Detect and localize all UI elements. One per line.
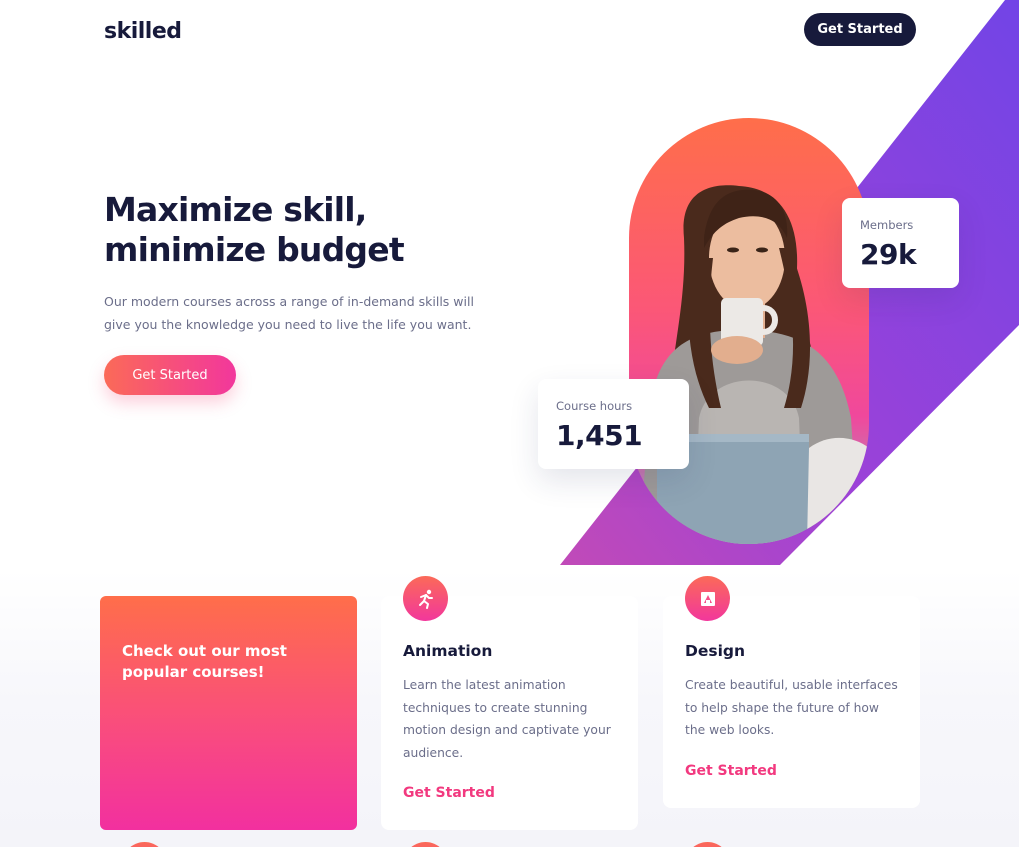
members-stat-label: Members — [860, 218, 914, 232]
course-hours-stat-value: 1,451 — [556, 419, 643, 452]
hero-title-line-1: Maximize skill, — [104, 190, 367, 229]
course-description: Create beautiful, usable interfaces to h… — [685, 678, 898, 737]
course-description: Learn the latest animation techniques to… — [403, 678, 611, 760]
hero-title: Maximize skill, minimize budget — [104, 190, 504, 270]
hero-description: Our modern courses across a range of in-… — [104, 294, 474, 332]
header-get-started-button[interactable]: Get Started — [804, 13, 916, 46]
course-card-design: Design Create beautiful, usable interfac… — [663, 596, 920, 808]
design-frame-icon — [685, 576, 730, 621]
course-title: Design — [685, 642, 746, 660]
running-person-icon — [403, 576, 448, 621]
popular-courses-promo-card: Check out our most popular courses! — [100, 596, 357, 830]
course-hours-stat-card: Course hours 1,451 — [538, 379, 689, 469]
promo-text: Check out our most popular courses! — [122, 642, 287, 681]
hero-title-line-2: minimize budget — [104, 230, 405, 269]
next-course-icon — [685, 842, 730, 847]
hero-get-started-button[interactable]: Get Started — [104, 355, 236, 395]
hero-photo — [629, 118, 869, 544]
course-get-started-link[interactable]: Get Started — [403, 785, 495, 801]
next-course-icon — [403, 842, 448, 847]
course-get-started-link[interactable]: Get Started — [685, 763, 777, 779]
next-course-icon — [122, 842, 167, 847]
members-stat-value: 29k — [860, 238, 917, 271]
course-card-animation: Animation Learn the latest animation tec… — [381, 596, 638, 830]
members-stat-card: Members 29k — [842, 198, 959, 288]
woman-with-mug-illustration — [639, 185, 869, 544]
course-title: Animation — [403, 642, 493, 660]
course-hours-stat-label: Course hours — [556, 399, 633, 413]
logo[interactable]: skilled — [104, 19, 182, 44]
